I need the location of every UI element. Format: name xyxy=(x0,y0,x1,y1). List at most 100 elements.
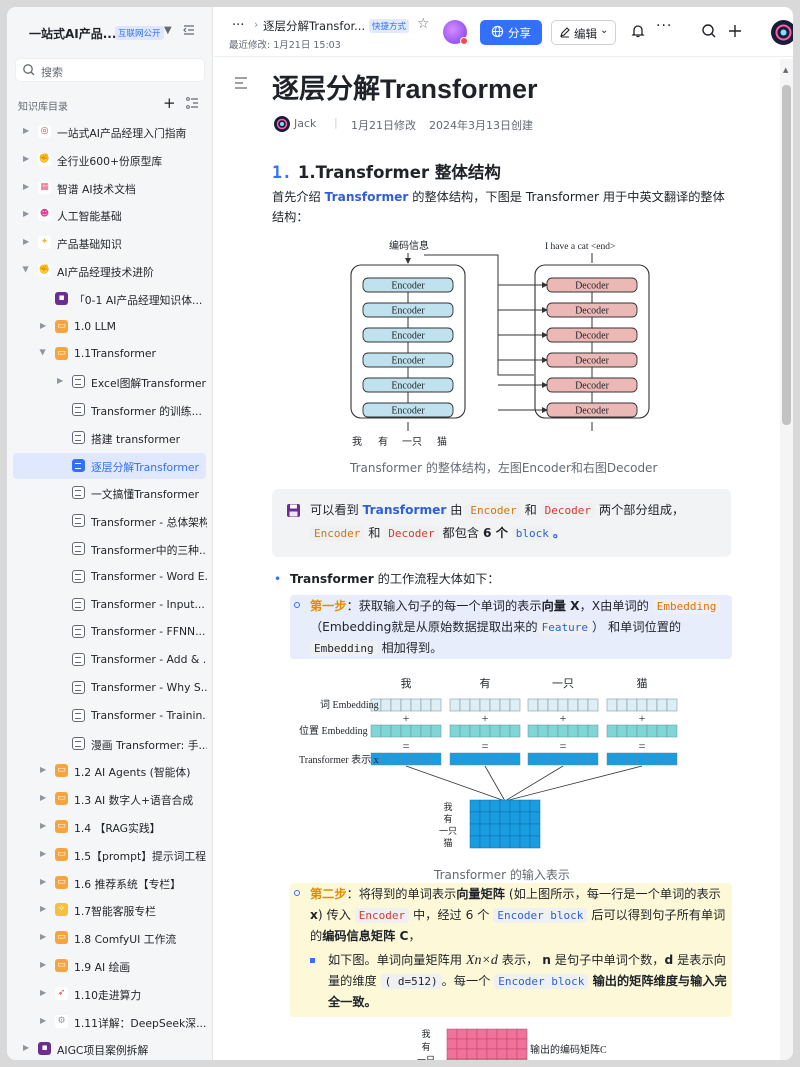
chevron-right-icon[interactable]: ▶ xyxy=(40,877,46,886)
sidebar-item[interactable]: ▶ ➶ 1.10走进算力 xyxy=(7,980,213,1008)
page-title: 逐层分解Transformer xyxy=(272,74,538,104)
add-icon[interactable]: + xyxy=(163,94,176,112)
author-name[interactable]: Jack xyxy=(294,117,316,130)
sidebar-item-label: 1.8 ComfyUI 工作流 xyxy=(74,933,177,947)
floppy-disk-icon xyxy=(287,504,300,517)
breadcrumb-more[interactable]: ··· xyxy=(232,18,244,33)
chevron-right-icon[interactable]: ▶ xyxy=(40,849,46,858)
sidebar-item-label: 1.0 LLM xyxy=(74,319,116,333)
sidebar-item[interactable]: ▶ ▭ 1.5【prompt】提示词工程 xyxy=(7,841,213,869)
sidebar-item[interactable]: ▶ ◎ 一站式AI产品经理入门指南 xyxy=(7,118,213,146)
text-run: 编码信息矩阵 C xyxy=(322,929,409,943)
sidebar-item[interactable]: Transformer - FFNN... xyxy=(7,618,213,646)
sidebar-item[interactable]: ▶ ⚙ 1.11详解：DeepSeek深... xyxy=(7,1008,213,1036)
chevron-down-icon[interactable]: ▼ xyxy=(164,25,172,36)
plus-icon[interactable] xyxy=(727,23,743,39)
orange-folder-icon: ▭ xyxy=(55,792,68,806)
document-icon xyxy=(72,680,85,694)
sidebar-item[interactable]: ▶ ▭ 1.0 LLM xyxy=(7,313,213,341)
breadcrumb-separator: › xyxy=(254,18,259,31)
sidebar-item[interactable]: Transformer 的训练... xyxy=(7,396,213,424)
scrollbar-thumb[interactable] xyxy=(782,85,791,425)
text-run: ) 传入 xyxy=(317,908,355,922)
inline-code: Encoder block xyxy=(494,974,589,989)
outline-icon[interactable] xyxy=(185,96,199,110)
sidebar-item[interactable]: 漫画 Transformer: 手... xyxy=(7,730,213,758)
embedding-cell xyxy=(537,724,549,738)
sidebar-item[interactable]: ▶ ▦ 智谱 AI技术文档 xyxy=(7,174,213,202)
chevron-right-icon[interactable]: ▶ xyxy=(40,321,46,330)
sidebar-item[interactable]: Transformer - Word E... xyxy=(7,563,213,591)
text-run: Transformer xyxy=(290,572,374,586)
chevron-right-icon[interactable]: ▶ xyxy=(40,960,46,969)
chevron-right-icon[interactable]: ▶ xyxy=(40,932,46,941)
breadcrumb-current[interactable]: 逐层分解Transfor... xyxy=(263,18,365,34)
text-run: 由 xyxy=(446,503,467,517)
chevron-right-icon[interactable]: ▶ xyxy=(40,793,46,802)
sidebar-item[interactable]: Transformer - Trainin... xyxy=(7,702,213,730)
chevron-right-icon[interactable]: ▶ xyxy=(40,988,46,997)
embedding-cell xyxy=(499,698,511,712)
sidebar-item-label: Transformer 的训练... xyxy=(91,404,202,418)
author-avatar[interactable] xyxy=(274,116,290,132)
chevron-right-icon[interactable]: ▶ xyxy=(23,237,29,246)
sidebar-item[interactable]: ▶ ▭ 1.6 推荐系统【专栏】 xyxy=(7,869,213,897)
chevron-right-icon[interactable]: ▶ xyxy=(40,904,46,913)
chevron-right-icon[interactable]: ▶ xyxy=(40,765,46,774)
workspace-title[interactable]: 一站式AI产品... xyxy=(29,25,116,42)
sidebar-item[interactable]: ▪ 「0-1 AI产品经理知识体... xyxy=(7,285,213,313)
scrollbar[interactable]: ▲ xyxy=(780,59,793,1060)
star-icon[interactable]: ☆ xyxy=(417,16,430,32)
edit-button[interactable]: 编辑 ⌄ xyxy=(551,20,616,45)
avatar[interactable] xyxy=(443,20,468,45)
sidebar-item[interactable]: ▶ ✊ 全行业600+份原型库 xyxy=(7,146,213,174)
sidebar-item[interactable]: ▶ ✦ 产品基础知识 xyxy=(7,229,213,257)
table-of-contents-icon[interactable] xyxy=(234,77,248,89)
share-label: 分享 xyxy=(508,26,531,40)
search-input[interactable]: 搜索 xyxy=(15,58,205,82)
chevron-right-icon[interactable]: ▶ xyxy=(23,182,29,191)
share-button[interactable]: 分享 xyxy=(480,20,542,45)
embedding-cell xyxy=(587,698,599,712)
sidebar-item[interactable]: Transformer - Why S... xyxy=(7,674,213,702)
sidebar-item[interactable]: ▶ ▭ 1.1Transformer xyxy=(7,340,213,368)
sidebar-item[interactable]: Transformer - Input... xyxy=(7,591,213,619)
chevron-right-icon[interactable]: ▶ xyxy=(40,1016,46,1025)
sidebar-item[interactable]: ▶ ▪ AIGC项目案例拆解 xyxy=(7,1035,213,1060)
search-icon[interactable] xyxy=(701,23,717,39)
matrix-cell xyxy=(509,811,521,825)
chevron-right-icon[interactable]: ▶ xyxy=(23,209,29,218)
collapse-sidebar-icon[interactable] xyxy=(182,23,196,37)
sidebar-item[interactable]: ▶ ▭ 1.4 【RAG实践】 xyxy=(7,813,213,841)
sidebar-item[interactable]: ▶ ☻ 人工智能基础 xyxy=(7,201,213,229)
bell-icon[interactable] xyxy=(630,23,646,39)
calendar-icon: ▦ xyxy=(38,180,51,194)
matrix-cell xyxy=(509,823,521,837)
chevron-right-icon[interactable]: ▶ xyxy=(23,126,29,135)
sidebar-item-label: 1.1Transformer xyxy=(74,347,156,361)
sidebar-item[interactable]: Transformer - 总体架构 xyxy=(7,507,213,535)
sidebar-item[interactable]: 逐层分解Transformer xyxy=(7,452,213,480)
chevron-right-icon[interactable]: ▶ xyxy=(23,1043,29,1052)
sidebar-item[interactable]: ▶ ✧ 1.7智能客服专栏 xyxy=(7,896,213,924)
chevron-right-icon[interactable]: ▶ xyxy=(40,821,46,830)
chevron-down-icon[interactable]: ▶ xyxy=(22,266,31,272)
sidebar-item[interactable]: Transformer中的三种... xyxy=(7,535,213,563)
sidebar-item[interactable]: ▶ ▭ 1.9 AI 绘画 xyxy=(7,952,213,980)
sidebar-item[interactable]: Transformer - Add & ... xyxy=(7,646,213,674)
sidebar-item[interactable]: ▶ ✊ AI产品经理技术进阶 xyxy=(7,257,213,285)
figure-input-representation: 我 + = 有 + = 一只 + = 猫 + = 词 Embedding 位置 Embedding T… xyxy=(299,676,678,849)
more-icon[interactable]: ··· xyxy=(656,18,672,34)
app-logo-icon[interactable] xyxy=(771,20,793,45)
chevron-right-icon[interactable]: ▶ xyxy=(23,154,29,163)
sidebar-item[interactable]: ▶ ▭ 1.3 AI 数字人+语音合成 xyxy=(7,785,213,813)
input-token: 有 xyxy=(378,435,388,448)
sidebar-item[interactable]: 搭建 transformer xyxy=(7,424,213,452)
sidebar-item[interactable]: ▶ ▭ 1.8 ComfyUI 工作流 xyxy=(7,924,213,952)
chevron-right-icon[interactable]: ▶ xyxy=(57,376,63,385)
sidebar-item[interactable]: ▶ ▭ 1.2 AI Agents (智能体) xyxy=(7,757,213,785)
sidebar-item[interactable]: ▶ Excel图解Transformer xyxy=(7,368,213,396)
sidebar-item[interactable]: 一文搞懂Transformer xyxy=(7,479,213,507)
scroll-up-icon[interactable]: ▲ xyxy=(783,66,788,74)
chevron-down-icon[interactable]: ▶ xyxy=(39,350,48,356)
